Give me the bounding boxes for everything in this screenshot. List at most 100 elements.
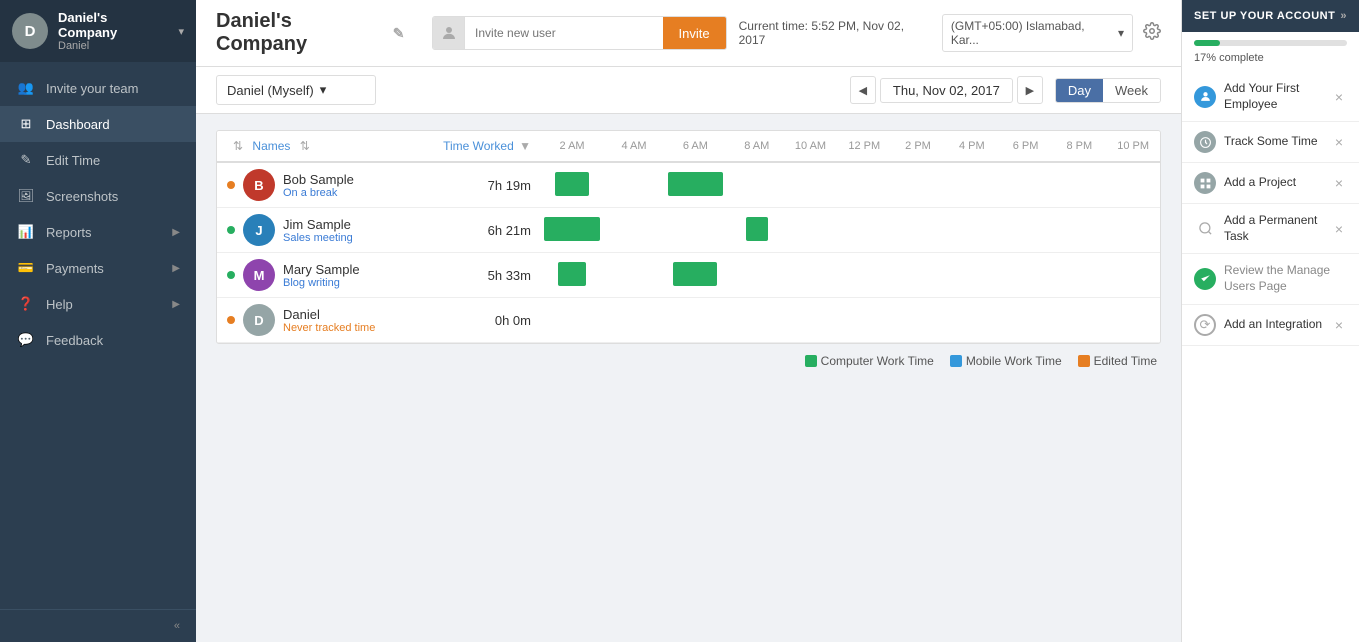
invite-input[interactable] <box>465 17 663 49</box>
col-header-8am: 8 AM <box>730 131 784 162</box>
table-cell-name-mary: M Mary Sample Blog writing <box>217 253 437 298</box>
table-cell-hour-daniel-0 <box>537 298 607 343</box>
status-dot-jim <box>227 226 235 234</box>
sort-icon: ▼ <box>519 139 531 153</box>
user-selector[interactable]: Daniel (Myself) ▾ <box>216 75 376 105</box>
track-time-icon <box>1194 131 1216 153</box>
emp-info-bob: Bob Sample On a break <box>283 172 354 199</box>
timezone-selector[interactable]: (GMT+05:00) Islamabad, Kar... ▾ <box>942 14 1133 52</box>
date-next-button[interactable]: ▶ <box>1017 76 1043 104</box>
legend-item: Computer Work Time <box>805 354 934 368</box>
toolbar: Daniel (Myself) ▾ ◀ Thu, Nov 02, 2017 ▶ … <box>196 67 1181 114</box>
col-header-time[interactable]: Time Worked ▼ <box>437 131 537 162</box>
date-nav: ◀ Thu, Nov 02, 2017 ▶ Day Week <box>850 76 1161 104</box>
avatar-mary: M <box>243 259 275 291</box>
time-block-mary-0 <box>558 262 586 286</box>
rp-item-track-time[interactable]: Track Some Time × <box>1182 122 1359 163</box>
sidebar-item-payments[interactable]: 💳 Payments ▶ <box>0 250 196 286</box>
sidebar-item-feedback[interactable]: 💬 Feedback <box>0 322 196 358</box>
table-row: D Daniel Never tracked time 0h 0m <box>217 298 1160 343</box>
rp-item-close-track-time[interactable]: × <box>1331 134 1347 150</box>
table-cell-name-bob: B Bob Sample On a break <box>217 162 437 208</box>
col-header-names[interactable]: ⇅ Names ⇅ <box>217 131 437 162</box>
avatar-jim: J <box>243 214 275 246</box>
date-display: Thu, Nov 02, 2017 <box>880 78 1013 103</box>
legend-label: Computer Work Time <box>821 354 934 368</box>
emp-info-jim: Jim Sample Sales meeting <box>283 217 353 244</box>
screenshots-icon: 🖼 <box>16 188 36 204</box>
rp-item-label-track-time: Track Some Time <box>1224 134 1323 150</box>
chevron-down-icon: ▾ <box>1118 26 1124 40</box>
table-header-row: ⇅ Names ⇅ Time Worked ▼ 2 AM 4 AM 6 AM 8… <box>217 131 1160 162</box>
table-cell-hour-jim-8 <box>999 208 1053 253</box>
review-users-icon <box>1194 268 1216 290</box>
chevron-down-icon: ▾ <box>320 82 327 98</box>
rp-item-add-project[interactable]: Add a Project × <box>1182 163 1359 204</box>
invite-section: Invite <box>432 16 726 50</box>
legend-label: Edited Time <box>1094 354 1157 368</box>
date-prev-button[interactable]: ◀ <box>850 76 876 104</box>
company-title: Daniel's Company ✎ <box>216 10 404 56</box>
rp-item-close-add-project[interactable]: × <box>1331 175 1347 191</box>
content: ⇅ Names ⇅ Time Worked ▼ 2 AM 4 AM 6 AM 8… <box>196 114 1181 642</box>
sidebar-item-help[interactable]: ❓ Help ▶ <box>0 286 196 322</box>
view-week-button[interactable]: Week <box>1103 79 1160 102</box>
edit-time-icon: ✎ <box>16 152 36 168</box>
table-cell-hour-daniel-2 <box>661 298 730 343</box>
table-cell-hour-daniel-4 <box>784 298 838 343</box>
rp-item-close-add-task[interactable]: × <box>1331 221 1347 237</box>
progress-bar-fill <box>1194 40 1220 46</box>
col-header-6pm: 6 PM <box>999 131 1053 162</box>
invite-button[interactable]: Invite <box>663 17 726 49</box>
sidebar-header[interactable]: D Daniel's Company Daniel ▾ <box>0 0 196 62</box>
dashboard-icon: ⊞ <box>16 116 36 132</box>
table-cell-hour-mary-6 <box>891 253 945 298</box>
table-row: B Bob Sample On a break 7h 19m <box>217 162 1160 208</box>
sidebar: D Daniel's Company Daniel ▾ 👥 Invite you… <box>0 0 196 642</box>
right-panel-expand-icon[interactable]: » <box>1340 10 1347 22</box>
view-day-button[interactable]: Day <box>1056 79 1103 102</box>
time-block-bob-0 <box>555 172 589 196</box>
sidebar-item-edit-time[interactable]: ✎ Edit Time <box>0 142 196 178</box>
col-header-12pm: 12 PM <box>837 131 891 162</box>
chevron-right-icon: ▶ <box>172 227 180 238</box>
help-icon: ❓ <box>16 296 36 312</box>
rp-item-label-review-users: Review the Manage Users Page <box>1224 263 1347 294</box>
table-cell-hour-jim-3 <box>730 208 784 253</box>
sidebar-collapse-button[interactable]: « <box>0 609 196 642</box>
add-project-icon <box>1194 172 1216 194</box>
col-header-10pm: 10 PM <box>1106 131 1160 162</box>
rp-item-review-users[interactable]: Review the Manage Users Page <box>1182 254 1359 304</box>
table-cell-hour-bob-8 <box>999 162 1053 208</box>
col-header-time-label: Time Worked <box>443 139 514 153</box>
rp-item-add-employee[interactable]: Add Your First Employee × <box>1182 72 1359 122</box>
rp-item-add-integration[interactable]: ⟳ Add an Integration × <box>1182 305 1359 346</box>
sidebar-item-label: Edit Time <box>46 153 180 168</box>
time-block-mary-2 <box>673 262 717 286</box>
sidebar-item-reports[interactable]: 📊 Reports ▶ <box>0 214 196 250</box>
rp-item-close-add-integration[interactable]: × <box>1331 317 1347 333</box>
legend-dot <box>950 355 962 367</box>
table-cell-hour-daniel-3 <box>730 298 784 343</box>
table-cell-hour-daniel-1 <box>607 298 661 343</box>
sort-asc-icon: ⇅ <box>300 139 310 153</box>
sidebar-item-invite[interactable]: 👥 Invite your team <box>0 70 196 106</box>
sidebar-item-dashboard[interactable]: ⊞ Dashboard <box>0 106 196 142</box>
table-cell-hour-bob-3 <box>730 162 784 208</box>
right-panel-title: SET UP YOUR ACCOUNT <box>1194 10 1335 22</box>
table-cell-hour-bob-4 <box>784 162 838 208</box>
table-cell-time-bob: 7h 19m <box>437 162 537 208</box>
user-selector-value: Daniel (Myself) <box>227 83 314 98</box>
sidebar-item-label: Dashboard <box>46 117 180 132</box>
rp-item-close-add-employee[interactable]: × <box>1331 89 1347 105</box>
progress-label: 17% complete <box>1182 50 1359 72</box>
rp-item-add-task[interactable]: Add a Permanent Task × <box>1182 204 1359 254</box>
avatar-daniel: D <box>243 304 275 336</box>
timezone-value: (GMT+05:00) Islamabad, Kar... <box>951 19 1114 47</box>
table-cell-time-jim: 6h 21m <box>437 208 537 253</box>
table-cell-hour-daniel-5 <box>837 298 891 343</box>
emp-name-bob: Bob Sample <box>283 172 354 187</box>
settings-icon[interactable] <box>1143 22 1161 45</box>
sidebar-item-screenshots[interactable]: 🖼 Screenshots <box>0 178 196 214</box>
edit-icon[interactable]: ✎ <box>393 25 405 42</box>
